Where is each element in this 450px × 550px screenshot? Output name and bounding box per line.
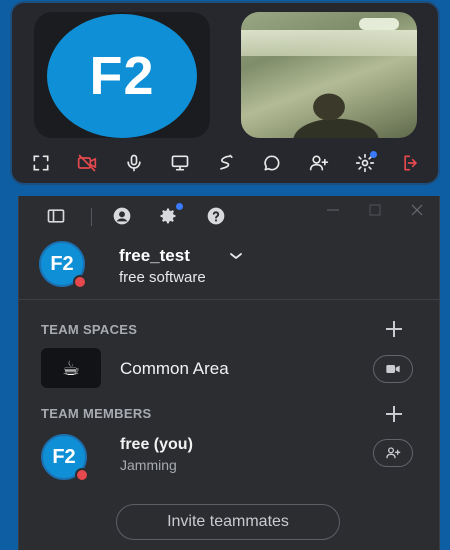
call-toolbar	[26, 149, 426, 177]
self-video-tile[interactable]: F2	[34, 12, 210, 138]
help-button[interactable]	[205, 205, 227, 227]
maximize-icon	[369, 204, 381, 216]
microphone-icon	[126, 154, 141, 172]
call-window: F2	[12, 3, 438, 183]
fullscreen-button[interactable]	[26, 149, 56, 177]
member-item[interactable]: F2 free (you) Jamming	[41, 434, 421, 482]
chat-button[interactable]	[257, 149, 287, 177]
invite-teammates-button[interactable]: Invite teammates	[116, 504, 340, 540]
profile-button[interactable]	[111, 205, 133, 227]
camera-off-icon	[78, 154, 97, 172]
user-name: free_test	[119, 246, 190, 265]
space-item-common-area[interactable]: ☕ Common Area	[41, 348, 421, 390]
leave-call-button[interactable]	[396, 149, 426, 177]
current-user[interactable]: F2 free_test free software	[39, 241, 419, 291]
minimize-button[interactable]	[325, 202, 343, 220]
section-divider	[19, 299, 439, 300]
settings-button[interactable]	[350, 149, 380, 177]
team-name: free software	[119, 269, 206, 286]
user-status-dot	[73, 275, 87, 289]
coffee-icon: ☕	[41, 348, 101, 388]
draw-button[interactable]	[211, 149, 241, 177]
team-members-heading: TEAM MEMBERS	[41, 406, 152, 421]
video-background-shelf	[241, 30, 417, 56]
close-button[interactable]	[409, 202, 427, 220]
add-member-button[interactable]	[383, 403, 405, 425]
close-icon	[411, 204, 423, 216]
camera-toggle-button[interactable]	[72, 149, 102, 177]
panel-settings-notification-dot	[176, 203, 183, 210]
add-space-button[interactable]	[383, 318, 405, 340]
add-user-icon	[309, 155, 328, 171]
invite-to-talk-button[interactable]	[373, 439, 413, 467]
chevron-down-icon[interactable]	[229, 249, 243, 263]
video-background-lamp	[359, 18, 399, 30]
user-circle-icon	[113, 207, 131, 225]
settings-notification-dot	[369, 151, 377, 158]
member-status-dot	[75, 468, 89, 482]
space-name: Common Area	[120, 359, 229, 378]
gear-icon	[160, 208, 176, 224]
header-divider	[91, 208, 92, 226]
add-user-button[interactable]	[304, 149, 334, 177]
leave-call-icon	[404, 155, 417, 171]
join-space-video-button[interactable]	[373, 355, 413, 383]
video-camera-icon	[386, 365, 400, 373]
plus-icon	[386, 406, 402, 422]
team-panel: F2 free_test free software TEAM SPACES ☕…	[18, 196, 440, 550]
member-name: free (you)	[120, 436, 193, 453]
maximize-button[interactable]	[367, 202, 385, 220]
panel-settings-button[interactable]	[157, 203, 183, 227]
plus-icon	[386, 321, 402, 337]
screen-share-icon	[171, 155, 189, 171]
fullscreen-icon	[33, 155, 49, 171]
panel-header	[19, 196, 439, 236]
minimize-icon	[327, 209, 339, 211]
screen-share-button[interactable]	[165, 149, 195, 177]
microphone-button[interactable]	[119, 149, 149, 177]
team-spaces-heading: TEAM SPACES	[41, 322, 138, 337]
help-icon	[207, 207, 225, 225]
member-status: Jamming	[120, 457, 177, 473]
add-user-icon	[386, 447, 401, 459]
sidebar-toggle-button[interactable]	[45, 205, 67, 227]
sidebar-icon	[47, 209, 65, 223]
remote-video-tile[interactable]	[241, 12, 417, 138]
draw-icon	[220, 154, 233, 170]
self-avatar: F2	[47, 14, 197, 138]
chat-icon	[264, 155, 280, 171]
